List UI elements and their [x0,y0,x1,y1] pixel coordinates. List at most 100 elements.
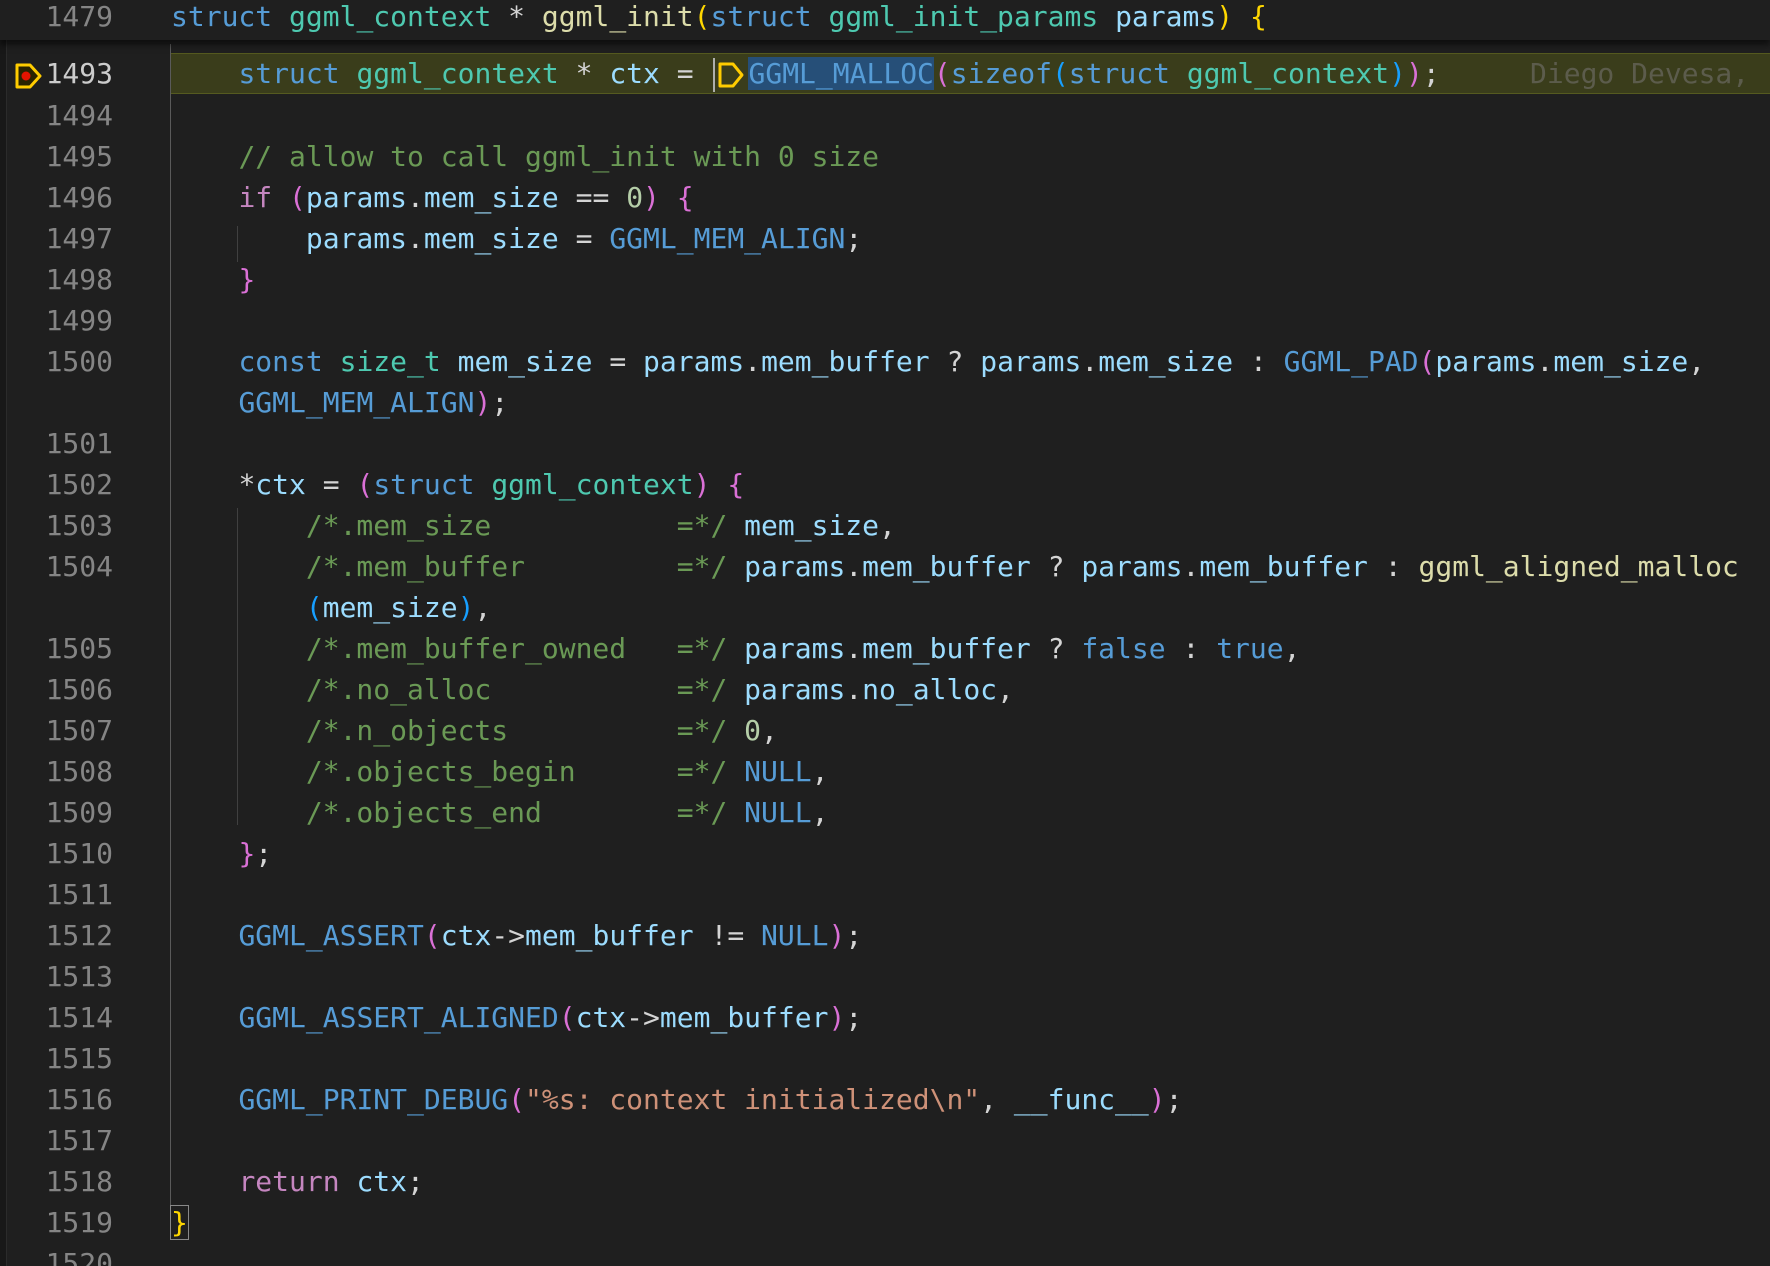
code-line[interactable]: 1501 [0,423,1770,464]
line-content[interactable]: /*.objects_begin =*/ NULL, [171,751,829,792]
code-line[interactable]: 1497 params.mem_size = GGML_MEM_ALIGN; [0,218,1770,259]
token-punct: ; [845,919,863,952]
code-line[interactable]: 1517 [0,1120,1770,1161]
token-bracket: ( [508,1083,526,1116]
line-content[interactable]: } [171,259,255,300]
token-operator: * [238,468,256,501]
line-number: 1496 [45,181,113,214]
token-punct: . [407,222,424,255]
code-line-wrapped[interactable]: (mem_size), [0,587,1770,628]
line-content[interactable]: /*.mem_buffer =*/ params.mem_buffer ? pa… [171,546,1739,587]
line-number: 1509 [45,796,113,829]
text-cursor [713,58,716,92]
line-content[interactable]: /*.objects_end =*/ NULL, [171,792,829,833]
code-line[interactable]: 1506 /*.no_alloc =*/ params.no_alloc, [0,669,1770,710]
token-member: mem_size [1098,345,1234,378]
token-variable: params [744,673,846,706]
line-number: 1500 [45,345,113,378]
token-operator: = [558,222,610,255]
code-line[interactable]: 1512 GGML_ASSERT(ctx->mem_buffer != NULL… [0,915,1770,956]
line-content[interactable]: } [170,1202,189,1243]
code-line[interactable]: 1500 const size_t mem_size = params.mem_… [0,341,1770,382]
code-line[interactable]: 1520 [0,1243,1770,1266]
line-content[interactable]: const size_t mem_size = params.mem_buffe… [171,341,1705,382]
line-content[interactable]: GGML_ASSERT(ctx->mem_buffer != NULL); [171,915,862,956]
token-operator: == [558,181,627,214]
code-line[interactable]: 1498 } [0,259,1770,300]
token-comment: /*.mem_buffer_owned =*/ [305,632,728,665]
line-content[interactable]: GGML_MEM_ALIGN); [171,382,508,423]
code-line[interactable]: 1515 [0,1038,1770,1079]
line-content[interactable]: (mem_size), [171,587,491,628]
code-line[interactable]: 1519 } [0,1202,1770,1243]
code-line[interactable]: 1504 /*.mem_buffer =*/ params.mem_buffer… [0,546,1770,587]
line-content[interactable]: *ctx = (struct ggml_context) { [171,464,744,505]
token-bracket: ) [1405,57,1423,90]
token-variable: ctx [440,919,492,952]
code-line[interactable]: 1516 GGML_PRINT_DEBUG("%s: context initi… [0,1079,1770,1120]
token-bracket: } [238,837,256,870]
code-line[interactable]: 1507 /*.n_objects =*/ 0, [0,710,1770,751]
git-blame-annotation[interactable]: Diego Devesa, [1530,53,1766,94]
token-keyword: struct [1068,57,1170,90]
code-line[interactable]: 1499 [0,300,1770,341]
token-operator: = [592,345,644,378]
debug-step-arrow-icon [718,62,744,88]
line-content[interactable]: GGML_ASSERT_ALIGNED(ctx->mem_buffer); [171,997,862,1038]
line-number: 1518 [45,1165,113,1198]
token-punct: ; [491,386,509,419]
code-line[interactable]: 1496 if (params.mem_size == 0) { [0,177,1770,218]
line-content[interactable]: }; [171,833,272,874]
code-line[interactable]: 1513 [0,956,1770,997]
line-content[interactable]: return ctx; [171,1161,423,1202]
token-punct: . [845,550,863,583]
token-member: mem_buffer [862,550,1031,583]
line-number: 1513 [45,960,113,993]
sticky-scroll-header[interactable]: 1479 struct ggml_context * ggml_init(str… [0,0,1770,40]
code-line[interactable]: 1510 }; [0,833,1770,874]
line-content[interactable]: struct ggml_context * ctx = GGML_MALLOC(… [171,53,1440,94]
line-content[interactable]: if (params.mem_size == 0) { [171,177,694,218]
code-line[interactable]: 1505 /*.mem_buffer_owned =*/ params.mem_… [0,628,1770,669]
token-literal: true [1216,632,1284,665]
token-bracket: { [676,181,694,214]
code-line[interactable]: 1508 /*.objects_begin =*/ NULL, [0,751,1770,792]
line-content[interactable]: GGML_PRINT_DEBUG("%s: context initialize… [171,1079,1182,1120]
code-line[interactable]: 1509 /*.objects_end =*/ NULL, [0,792,1770,833]
sticky-scroll-code[interactable]: struct ggml_context * ggml_init(struct g… [171,0,1267,37]
code-line-wrapped[interactable]: GGML_MEM_ALIGN); [0,382,1770,423]
line-content[interactable]: params.mem_size = GGML_MEM_ALIGN; [171,218,862,259]
line-content[interactable]: /*.n_objects =*/ 0, [171,710,778,751]
code-editor[interactable]: 1479 struct ggml_context * ggml_init(str… [0,0,1770,1266]
line-number: 1501 [45,427,113,460]
code-line[interactable]: 1514 GGML_ASSERT_ALIGNED(ctx->mem_buffer… [0,997,1770,1038]
line-content[interactable]: /*.mem_size =*/ mem_size, [171,505,896,546]
code-line[interactable]: 1502 *ctx = (struct ggml_context) { [0,464,1770,505]
token-punct: , [761,714,778,747]
code-line[interactable]: 1493 struct ggml_context * ctx = GGML_MA… [0,53,1770,94]
line-content[interactable]: /*.mem_buffer_owned =*/ params.mem_buffe… [171,628,1301,669]
code-line[interactable]: 1503 /*.mem_size =*/ mem_size, [0,505,1770,546]
code-line[interactable]: 1495 // allow to call ggml_init with 0 s… [0,136,1770,177]
line-number: 1504 [45,550,113,583]
code-line[interactable]: 1494 [0,95,1770,136]
token-macro: GGML_MEM_ALIGN [238,386,475,419]
token-operator: ? [1030,550,1082,583]
code-line[interactable]: 1511 [0,874,1770,915]
token-variable: mem_size [322,591,458,624]
line-content[interactable]: // allow to call ggml_init with 0 size [171,136,879,177]
token-punct: , [980,1083,1014,1116]
line-content[interactable]: /*.no_alloc =*/ params.no_alloc, [171,669,1014,710]
code-line[interactable]: 1518 return ctx; [0,1161,1770,1202]
token-punct: . [845,673,863,706]
line-number: 1519 [45,1206,113,1239]
token-operator: -> [626,1001,660,1034]
token-punct: , [997,673,1014,706]
